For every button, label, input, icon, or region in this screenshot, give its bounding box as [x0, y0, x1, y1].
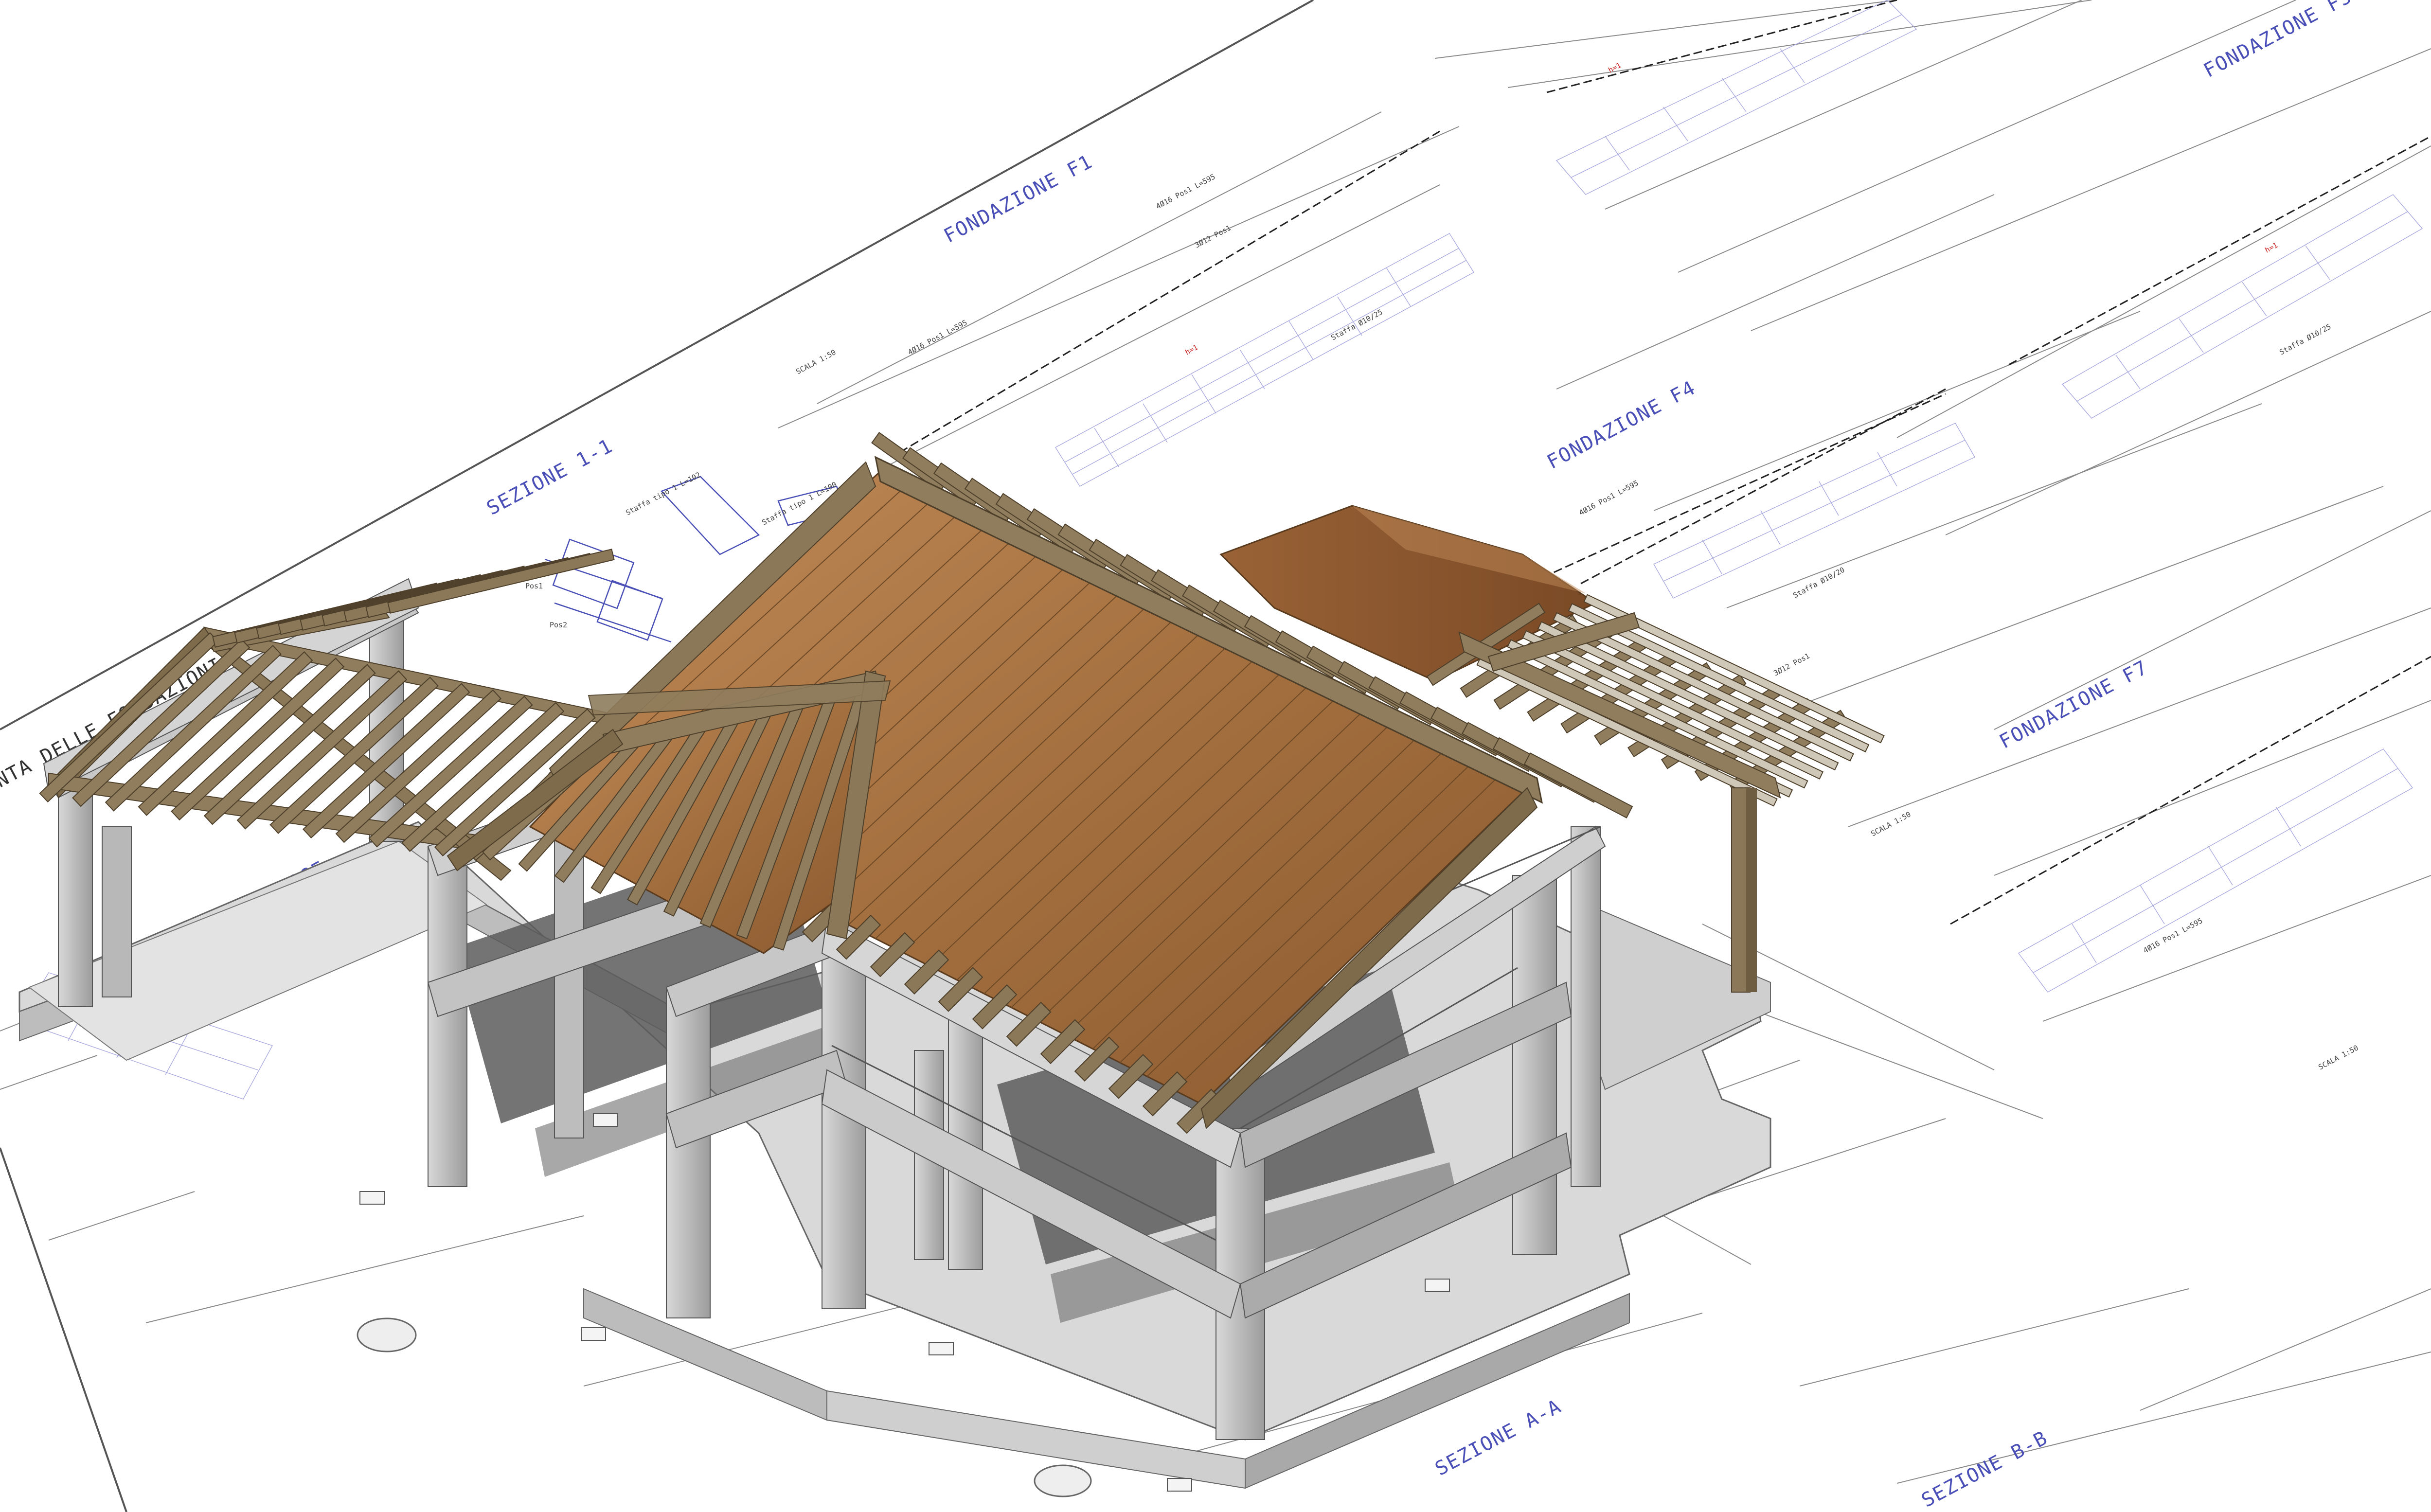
note-height-1: h=1	[1183, 343, 1199, 357]
label-fondazione-f4: FONDAZIONE F4	[1543, 376, 1699, 474]
note-rebar-2: 4Ø16 Pos1 L=595	[1577, 479, 1640, 517]
building-model	[18, 432, 1885, 1489]
rafter-tail-back	[1523, 752, 1633, 818]
note-stirrup-5: Staffa Ø10/25	[2278, 322, 2332, 357]
note-pos1: Pos1	[525, 582, 543, 590]
label-sezione-a-a: SEZIONE A-A	[1431, 1395, 1565, 1480]
garage-purlin	[387, 549, 615, 614]
label-sezione-b-b: SEZIONE B-B	[1918, 1427, 2052, 1512]
note-bar-1: 3Ø12 Pos1	[1193, 223, 1232, 249]
label-fondazione-f5: FONDAZIONE F5	[2200, 0, 2356, 82]
note-scale-1: SCALA 1:50	[794, 348, 837, 376]
note-rebar-1: 4Ø16 Pos1 L=595	[906, 318, 968, 356]
note-pos2: Pos2	[550, 621, 567, 629]
note-stirrup-4: Staffa Ø10/20	[1791, 566, 1846, 600]
label-sezione-1-1: SEZIONE 1-1	[483, 435, 617, 520]
note-stirrup-1: Staffa tipo 1 L=102	[624, 470, 702, 517]
label-fondazione-f7: FONDAZIONE F7	[1996, 656, 2152, 753]
note-stirrup-3: Staffa Ø10/25	[1329, 308, 1384, 342]
note-bar-2: 3Ø12 Pos1	[1772, 651, 1811, 677]
garage-floor	[28, 840, 488, 1061]
note-scale-3: SCALA 1:50	[2317, 1043, 2360, 1071]
note-height-2: h=1	[2263, 241, 2279, 255]
note-scale-2: SCALA 1:50	[1869, 810, 1912, 838]
note-rebar-4: 4Ø16 Pos1 L=595	[1154, 172, 1216, 211]
cad-drawing-canvas: FONDAZIONE F1 FONDAZIONE F4 FONDAZIONE F…	[0, 0, 2431, 1512]
